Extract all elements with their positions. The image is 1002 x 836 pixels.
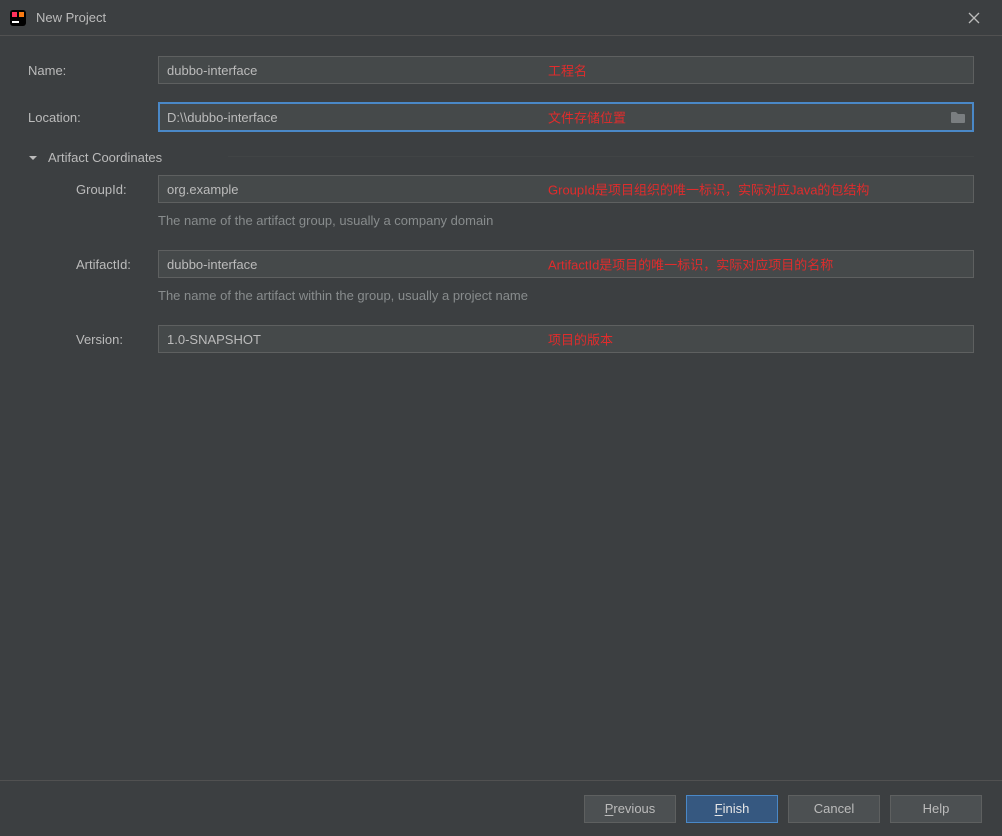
- dialog-footer: Previous Finish Cancel Help: [0, 780, 1002, 836]
- window-title: New Project: [36, 10, 106, 25]
- browse-folder-icon[interactable]: [950, 110, 966, 124]
- app-icon: [10, 10, 26, 26]
- artifact-coordinates-toggle[interactable]: Artifact Coordinates: [28, 150, 974, 165]
- finish-button[interactable]: Finish: [686, 795, 778, 823]
- help-button[interactable]: Help: [890, 795, 982, 823]
- groupid-input[interactable]: [158, 175, 974, 203]
- chevron-down-icon: [28, 153, 42, 163]
- title-bar: New Project: [0, 0, 1002, 36]
- name-label: Name:: [28, 63, 158, 78]
- cancel-button[interactable]: Cancel: [788, 795, 880, 823]
- content-area: Name: 工程名 Location: 文件存储位置 Artifact Coor…: [0, 36, 1002, 780]
- close-button[interactable]: [951, 0, 996, 36]
- groupid-hint: The name of the artifact group, usually …: [158, 213, 974, 228]
- artifactid-label: ArtifactId:: [28, 257, 158, 272]
- version-label: Version:: [28, 332, 158, 347]
- name-input[interactable]: [158, 56, 974, 84]
- location-input[interactable]: [158, 102, 974, 132]
- location-label: Location:: [28, 110, 158, 125]
- artifactid-hint: The name of the artifact within the grou…: [158, 288, 974, 303]
- artifactid-input[interactable]: [158, 250, 974, 278]
- version-input[interactable]: [158, 325, 974, 353]
- groupid-label: GroupId:: [28, 182, 158, 197]
- previous-button[interactable]: Previous: [584, 795, 676, 823]
- artifact-coordinates-label: Artifact Coordinates: [48, 150, 162, 165]
